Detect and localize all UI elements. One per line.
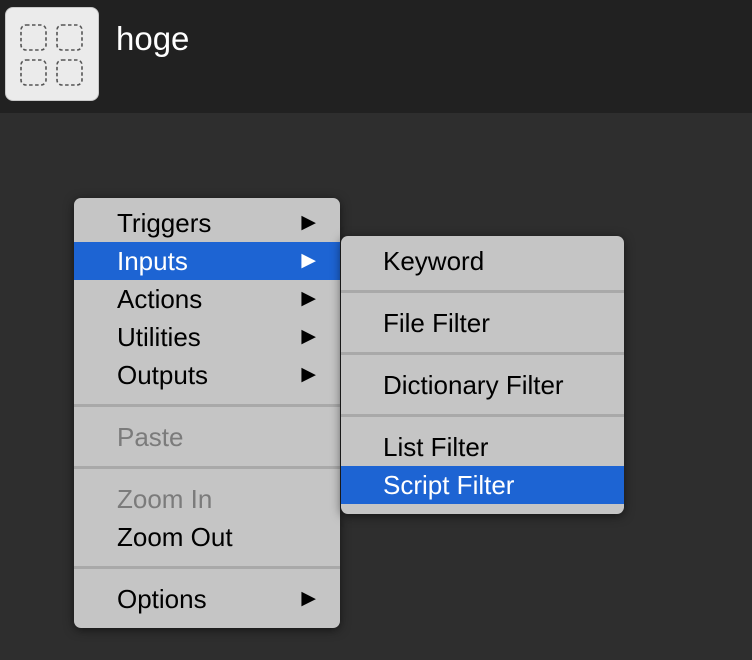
menu-item-zoom-out[interactable]: Zoom Out (74, 518, 340, 556)
menu-separator (74, 556, 340, 580)
menu-item-label: Zoom Out (117, 522, 233, 552)
menu-item-paste[interactable]: Paste (74, 418, 340, 456)
submenu-arrow-icon: ▶ (301, 364, 316, 385)
inputs-submenu: Keyword File Filter Dictionary Filter Li… (341, 236, 624, 514)
menu-item-actions[interactable]: Actions ▶ (74, 280, 340, 318)
submenu-item-list-filter[interactable]: List Filter (341, 428, 624, 466)
menu-item-label: Paste (117, 422, 184, 452)
menu-item-label: Options (117, 584, 207, 614)
menu-item-label: Keyword (383, 246, 485, 276)
menu-item-label: Zoom In (117, 484, 213, 514)
menu-separator (74, 456, 340, 480)
menu-item-inputs[interactable]: Inputs ▶ (74, 242, 340, 280)
menu-separator (341, 404, 624, 428)
workflow-title: hoge (116, 20, 190, 57)
menu-item-label: List Filter (383, 432, 489, 462)
menu-item-label: Actions (117, 284, 203, 314)
submenu-arrow-icon: ▶ (301, 288, 316, 309)
submenu-item-dictionary-filter[interactable]: Dictionary Filter (341, 366, 624, 404)
context-menu: Triggers ▶ Inputs ▶ Actions ▶ Utilities … (74, 198, 340, 628)
menu-item-utilities[interactable]: Utilities ▶ (74, 318, 340, 356)
menu-item-outputs[interactable]: Outputs ▶ (74, 356, 340, 394)
menu-item-options[interactable]: Options ▶ (74, 580, 340, 618)
workflow-placeholder-icon[interactable] (5, 7, 99, 101)
menu-separator (341, 342, 624, 366)
menu-separator (74, 394, 340, 418)
submenu-arrow-icon: ▶ (301, 588, 316, 609)
menu-item-triggers[interactable]: Triggers ▶ (74, 204, 340, 242)
submenu-item-file-filter[interactable]: File Filter (341, 304, 624, 342)
submenu-arrow-icon: ▶ (301, 326, 316, 347)
submenu-item-keyword[interactable]: Keyword (341, 242, 624, 280)
menu-item-label: Dictionary Filter (383, 370, 564, 400)
submenu-arrow-icon: ▶ (301, 250, 316, 271)
menu-item-label: Inputs (117, 246, 188, 276)
menu-item-label: File Filter (383, 308, 490, 338)
menu-item-label: Triggers (117, 208, 212, 238)
workflow-header: hoge (0, 0, 752, 113)
submenu-arrow-icon: ▶ (301, 212, 316, 233)
menu-separator (341, 280, 624, 304)
menu-item-label: Outputs (117, 360, 209, 390)
menu-item-zoom-in[interactable]: Zoom In (74, 480, 340, 518)
menu-item-label: Script Filter (383, 470, 515, 500)
menu-item-label: Utilities (117, 322, 201, 352)
submenu-item-script-filter[interactable]: Script Filter (341, 466, 624, 504)
